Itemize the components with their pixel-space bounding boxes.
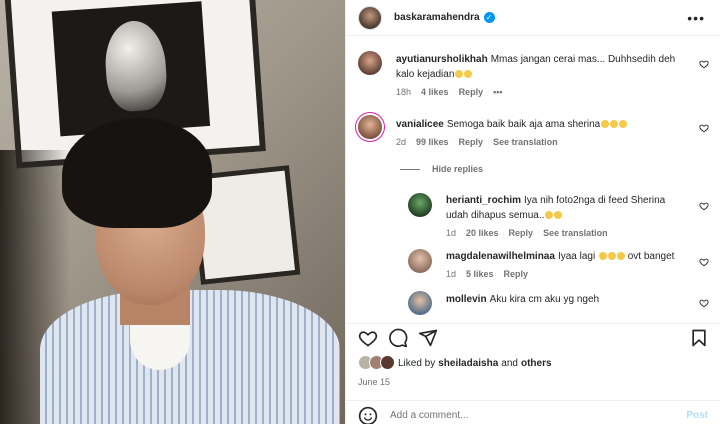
- post-header: baskaramahendra ✓ •••: [346, 0, 720, 36]
- reply-likes[interactable]: 5 likes: [466, 269, 494, 279]
- reply-button[interactable]: Reply: [504, 269, 529, 279]
- post-photo[interactable]: [0, 0, 345, 424]
- author-avatar[interactable]: [358, 5, 382, 30]
- divider: [400, 168, 420, 170]
- see-translation-button[interactable]: See translation: [543, 228, 608, 238]
- verified-badge-icon: ✓: [483, 12, 495, 23]
- reply-text: Aku kira cm aku yg ngeh: [489, 294, 600, 305]
- more-horizontal-icon[interactable]: •••: [687, 10, 705, 26]
- comment-body: ayutianursholikhah Mmas jangan cerai mas.…: [396, 52, 686, 82]
- liked-by-row: Liked by sheiladaisha and others: [358, 355, 552, 371]
- add-comment-row: [346, 400, 720, 424]
- reply-body: mollevin Aku kira cm aku yg ngeh: [446, 292, 686, 307]
- comment-username[interactable]: vanialicee: [396, 119, 444, 130]
- emoji-icon: [610, 120, 619, 129]
- emoji-icon: [619, 120, 628, 129]
- reply-text-after: ovt banget: [627, 251, 675, 262]
- avatar: [380, 355, 395, 370]
- reply-username[interactable]: magdalenawilhelminaa: [446, 251, 555, 262]
- reply-username[interactable]: mollevin: [446, 294, 487, 305]
- emoji-icon: [598, 252, 607, 261]
- replier-avatar[interactable]: [408, 291, 432, 315]
- reply-button[interactable]: Reply: [509, 228, 534, 238]
- comment-text: Semoga baik baik aja ama sherina: [446, 119, 601, 130]
- share-paper-plane-icon[interactable]: [418, 328, 438, 348]
- reply-meta: 1d 20 likes Reply See translation: [446, 228, 608, 238]
- comment-time[interactable]: 2d: [396, 137, 406, 147]
- reply-button[interactable]: Reply: [459, 137, 484, 147]
- reply-body: magdalenawilhelminaa Iyaa lagi ovt banget: [446, 249, 686, 264]
- comment-meta: 18h 4 likes Reply •••: [396, 87, 503, 97]
- post-comment-button[interactable]: Post: [686, 410, 708, 421]
- comment-likes[interactable]: 4 likes: [421, 87, 449, 97]
- reply-username[interactable]: herianti_rochim: [446, 195, 521, 206]
- photo-shirt: [40, 290, 340, 424]
- reply-time[interactable]: 1d: [446, 228, 456, 238]
- emoji-icon: [455, 70, 464, 79]
- emoji-smiley-icon[interactable]: [358, 406, 378, 424]
- reply-button[interactable]: Reply: [459, 87, 484, 97]
- like-heart-icon[interactable]: [358, 328, 378, 348]
- commenter-avatar[interactable]: [358, 51, 382, 75]
- emoji-icon: [616, 252, 625, 261]
- comment-username[interactable]: ayutianursholikhah: [396, 54, 488, 65]
- comment-body: vanialicee Semoga baik baik aja ama sheri…: [396, 117, 686, 132]
- like-heart-icon[interactable]: [699, 201, 709, 211]
- reply-likes[interactable]: 20 likes: [466, 228, 499, 238]
- instagram-post-view: baskaramahendra ✓ ••• ayutianursholikhah…: [0, 0, 720, 424]
- reply-body: herianti_rochim Iya nih foto2nga di feed …: [446, 193, 686, 223]
- liked-by-prefix: Liked by: [398, 357, 436, 369]
- reply-meta: 1d 5 likes Reply: [446, 269, 528, 279]
- liked-by-others[interactable]: others: [521, 358, 552, 369]
- hide-replies-label[interactable]: Hide replies: [432, 164, 483, 174]
- replier-avatar[interactable]: [408, 249, 432, 273]
- like-heart-icon[interactable]: [699, 59, 709, 69]
- like-heart-icon[interactable]: [699, 298, 709, 308]
- emoji-icon: [554, 211, 563, 220]
- comment-bubble-icon[interactable]: [388, 328, 408, 348]
- comment-time[interactable]: 18h: [396, 87, 411, 97]
- like-heart-icon[interactable]: [699, 257, 709, 267]
- comments-list[interactable]: ayutianursholikhah Mmas jangan cerai mas.…: [346, 37, 720, 317]
- hide-replies-button[interactable]: Hide replies: [400, 164, 483, 174]
- emoji-icon: [601, 120, 610, 129]
- add-comment-input[interactable]: [390, 410, 670, 421]
- reply-time[interactable]: 1d: [446, 269, 456, 279]
- emoji-icon: [545, 211, 554, 220]
- replier-avatar[interactable]: [408, 193, 432, 217]
- liked-by-conj: and: [501, 357, 518, 369]
- comment-options-icon[interactable]: •••: [493, 87, 502, 97]
- commenter-avatar[interactable]: [358, 115, 382, 139]
- comment-meta: 2d 99 likes Reply See translation: [396, 137, 558, 147]
- emoji-icon: [464, 70, 473, 79]
- photo-hair: [62, 118, 212, 228]
- comment-likes[interactable]: 99 likes: [416, 137, 449, 147]
- emoji-icon: [607, 252, 616, 261]
- reply-text: Iyaa lagi: [557, 251, 596, 262]
- liked-by-user[interactable]: sheiladaisha: [438, 358, 498, 369]
- post-date[interactable]: June 15: [358, 377, 390, 387]
- save-bookmark-icon[interactable]: [689, 328, 709, 348]
- author-username[interactable]: baskaramahendra: [394, 12, 480, 23]
- post-details-pane: baskaramahendra ✓ ••• ayutianursholikhah…: [345, 0, 720, 424]
- liked-by-avatars[interactable]: [358, 355, 398, 371]
- post-action-bar: [346, 323, 720, 351]
- like-heart-icon[interactable]: [699, 123, 709, 133]
- see-translation-button[interactable]: See translation: [493, 137, 558, 147]
